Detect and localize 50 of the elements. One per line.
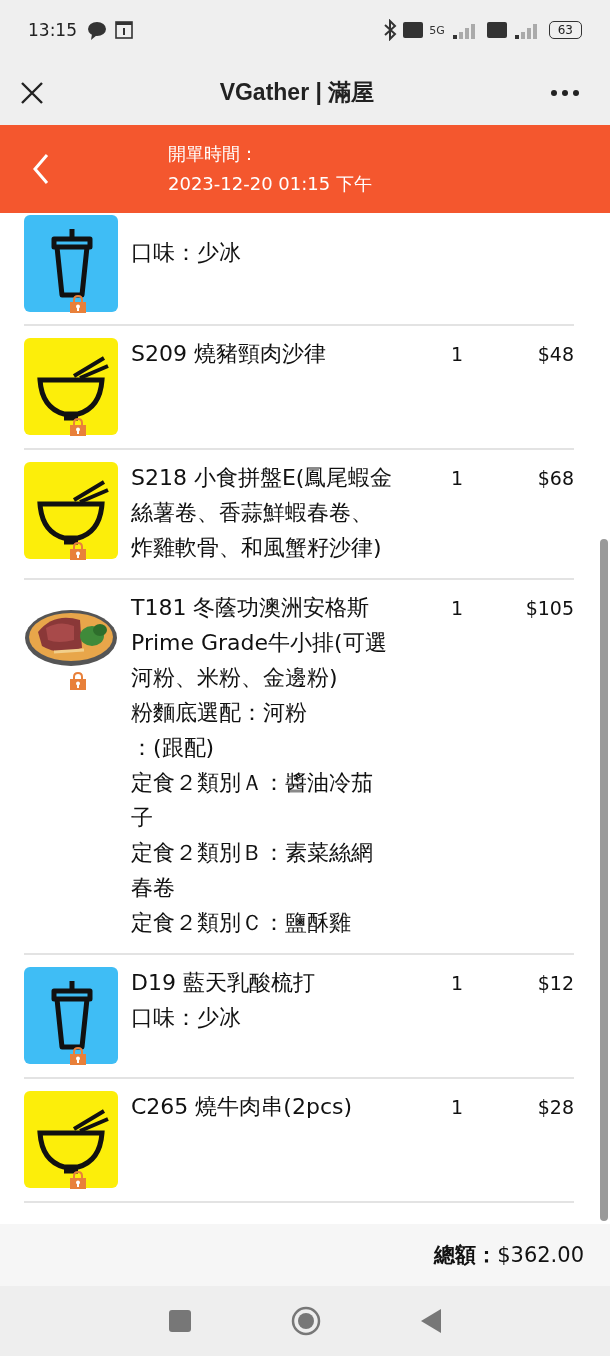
item-quantity: 1: [449, 596, 463, 621]
item-quantity: 1: [449, 971, 463, 996]
item-name: D19 藍天乳酸梳打: [131, 969, 316, 997]
more-icon[interactable]: [550, 88, 580, 97]
order-time: 2023-12-20 01:15 下午: [168, 172, 372, 196]
item-name: C265 燒牛肉串(2pcs): [131, 1093, 354, 1121]
back-icon[interactable]: [32, 153, 50, 185]
item-option: 定食２類別Ｂ：素菜絲網春卷: [131, 835, 393, 905]
item-price: $12: [536, 971, 574, 996]
item-option: 口味：少冰: [131, 1000, 393, 1035]
item-price: $48: [536, 342, 574, 367]
chat-bubble-icon: [87, 19, 109, 41]
bowl-icon: [24, 1091, 118, 1188]
order-time-label: 開單時間：: [168, 142, 259, 166]
home-icon[interactable]: [291, 1306, 321, 1336]
clock: 13:15: [28, 20, 77, 40]
bowl-icon: [24, 462, 118, 559]
lock-icon: [70, 418, 86, 436]
item-quantity: 1: [449, 1095, 463, 1120]
network-type: 5G: [429, 23, 445, 37]
item-quantity: 1: [449, 342, 463, 367]
total-label: 總額：: [434, 1242, 498, 1269]
item-option: 定食２類別Ｃ：鹽酥雞: [131, 905, 393, 940]
bluetooth-icon: [383, 19, 398, 41]
lock-icon: [70, 542, 86, 560]
cup-icon: [24, 215, 118, 312]
item-name: S218 小食拼盤E(鳳尾蝦金絲薯卷、香蒜鮮蝦春卷、炸雞軟骨、和風蟹籽沙律): [131, 464, 393, 562]
calendar-icon: [115, 21, 133, 39]
item-price: $68: [536, 466, 574, 491]
item-price: $28: [536, 1095, 574, 1120]
lock-icon: [70, 295, 86, 313]
close-icon[interactable]: [20, 80, 44, 105]
lock-icon: [70, 1047, 86, 1065]
lock-icon: [70, 672, 86, 690]
item-name: S209 燒豬頸肉沙律: [131, 340, 327, 368]
battery-indicator: 63: [548, 21, 582, 39]
item-quantity: 1: [449, 466, 463, 491]
item-price: $105: [524, 596, 574, 621]
page-title: VGather | 滿屋: [218, 78, 376, 107]
bowl-icon: [24, 338, 118, 435]
total-amount: $362.00: [497, 1243, 584, 1267]
scrollbar[interactable]: [600, 539, 608, 1221]
item-option: 定食２類別Ａ：醬油冷茄子: [131, 765, 393, 835]
cup-icon: [24, 967, 118, 1064]
lock-icon: [70, 1171, 86, 1189]
item-option: 粉麵底選配：河粉: [131, 695, 393, 730]
item-option: 口味：少冰: [131, 235, 393, 270]
item-name: T181 冬蔭功澳洲安格斯Prime Grade牛小排(可選河粉、米粉、金邊粉): [131, 594, 388, 692]
back-nav-icon[interactable]: [421, 1309, 441, 1333]
item-option: ：(跟配): [131, 730, 393, 765]
